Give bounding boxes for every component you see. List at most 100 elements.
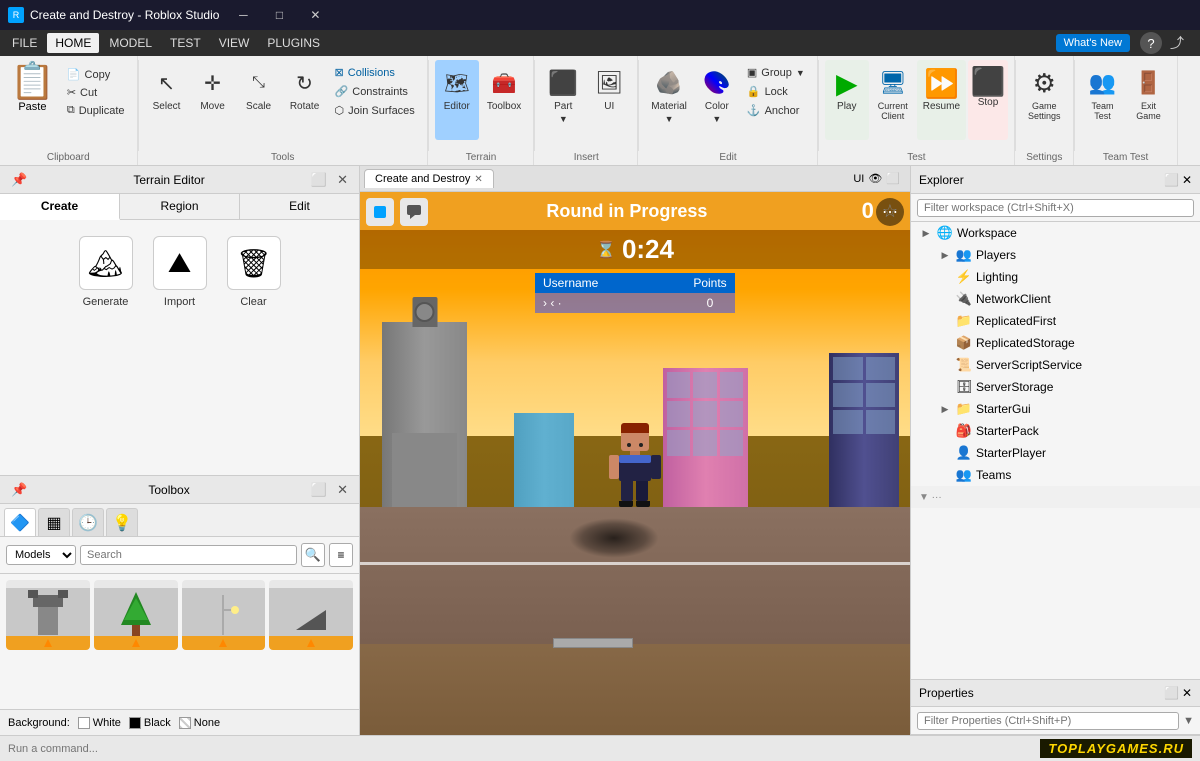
group-button[interactable]: ▣Group▼ bbox=[741, 64, 811, 81]
join-surfaces-button[interactable]: ⬡Join Surfaces bbox=[329, 102, 421, 119]
collisions-button[interactable]: ⊠Collisions bbox=[329, 64, 421, 81]
bg-black-option[interactable]: Black bbox=[129, 717, 171, 729]
viewport-canvas[interactable]: 0 Round in Progress 0 ☆ ⌛ 0:24 Username … bbox=[360, 192, 910, 735]
ui-button[interactable]: 🖼 UI bbox=[587, 60, 631, 140]
toolbox-tab-bar: 🔷 ▦ 🕒 💡 bbox=[0, 504, 359, 537]
tree-item-players[interactable]: ▶ 👥 Players bbox=[911, 244, 1200, 266]
editor-button[interactable]: 🗺 Editor bbox=[435, 60, 479, 140]
toolbox-tab-grid[interactable]: ▦ bbox=[38, 508, 70, 536]
terrain-close-icon[interactable]: ✕ bbox=[334, 171, 351, 189]
terrain-pin-icon[interactable]: 📌 bbox=[8, 171, 30, 189]
tree-item-starterpack[interactable]: 🎒 StarterPack bbox=[911, 420, 1200, 442]
tree-item-serverscriptservice[interactable]: 📜 ServerScriptService bbox=[911, 354, 1200, 376]
toolbox-search-button[interactable]: 🔍 bbox=[301, 543, 325, 567]
terrain-tab-edit[interactable]: Edit bbox=[240, 194, 359, 219]
current-client-button[interactable]: 🖥 CurrentClient bbox=[871, 60, 915, 140]
viewport-tab-close-icon[interactable]: ✕ bbox=[474, 174, 482, 185]
material-button[interactable]: 🪨 Material ▼ bbox=[645, 60, 693, 140]
close-button[interactable]: ✕ bbox=[297, 0, 333, 30]
tree-item-workspace[interactable]: ▶ 🌐 Workspace bbox=[911, 222, 1200, 244]
terrain-editor-title: Terrain Editor bbox=[30, 173, 308, 187]
terrain-generate-item[interactable]: 🏔 Generate bbox=[79, 236, 133, 308]
toolbox-item-lamp[interactable] bbox=[182, 580, 266, 650]
tree-item-networkclient[interactable]: 🔌 NetworkClient bbox=[911, 288, 1200, 310]
toolbox-tab-recent[interactable]: 🕒 bbox=[72, 508, 104, 536]
terrain-tab-create[interactable]: Create bbox=[0, 194, 120, 220]
bg-none-option[interactable]: None bbox=[179, 717, 220, 729]
explorer-maximize-icon[interactable]: ⬜ bbox=[1164, 173, 1179, 187]
game-settings-button[interactable]: ⚙ GameSettings bbox=[1022, 60, 1067, 140]
properties-maximize-icon[interactable]: ⬜ bbox=[1164, 686, 1179, 700]
stop-button[interactable]: ⬛ Stop bbox=[968, 60, 1008, 140]
terrain-import-item[interactable]: ⛰ Import bbox=[153, 236, 207, 308]
toolbox-close-icon[interactable]: ✕ bbox=[334, 481, 351, 499]
properties-filter-input[interactable] bbox=[917, 712, 1179, 730]
terrain-clear-item[interactable]: 🗑 Clear bbox=[227, 236, 281, 308]
roblox-icon-button[interactable] bbox=[366, 198, 394, 226]
move-button[interactable]: ✛ Move bbox=[191, 60, 235, 140]
resume-button[interactable]: ⏩ Resume bbox=[917, 60, 966, 140]
constraints-button[interactable]: 🔗Constraints bbox=[329, 83, 421, 100]
tree-item-starterplayer[interactable]: 👤 StarterPlayer bbox=[911, 442, 1200, 464]
play-button[interactable]: ▶ Play bbox=[825, 60, 869, 140]
explorer-close-icon[interactable]: ✕ bbox=[1182, 173, 1192, 187]
tree-item-replicatedstorage[interactable]: 📦 ReplicatedStorage bbox=[911, 332, 1200, 354]
chat-icon-button[interactable] bbox=[400, 198, 428, 226]
select-button[interactable]: ↖ Select bbox=[145, 60, 189, 140]
bg-white-option[interactable]: White bbox=[78, 717, 121, 729]
scale-button[interactable]: ⤡ Scale bbox=[237, 60, 281, 140]
explorer-filter-input[interactable] bbox=[917, 199, 1194, 217]
menu-plugins[interactable]: PLUGINS bbox=[259, 33, 328, 53]
whats-new-button[interactable]: What's New bbox=[1056, 34, 1130, 52]
team-test-button[interactable]: 👥 TeamTest bbox=[1081, 60, 1125, 140]
more-options-button[interactable]: ⋯ bbox=[876, 198, 904, 226]
run-command-input[interactable] bbox=[8, 739, 1040, 759]
properties-close-icon[interactable]: ✕ bbox=[1182, 686, 1192, 700]
tree-item-startergui[interactable]: ▶ 📁 StarterGui bbox=[911, 398, 1200, 420]
tree-item-replicatedfirst[interactable]: 📁 ReplicatedFirst bbox=[911, 310, 1200, 332]
toolbox-ribbon-button[interactable]: 🧰 Toolbox bbox=[481, 60, 527, 140]
app-icon: R bbox=[8, 7, 24, 23]
menu-test[interactable]: TEST bbox=[162, 33, 209, 53]
toolbox-pin-icon[interactable]: 📌 bbox=[8, 481, 30, 499]
rotate-button[interactable]: ↻ Rotate bbox=[283, 60, 327, 140]
terrain-maximize-icon[interactable]: ⬜ bbox=[308, 171, 330, 189]
terrain-tab-region[interactable]: Region bbox=[120, 194, 240, 219]
tree-item-serverstorage[interactable]: 🗄 ServerStorage bbox=[911, 376, 1200, 398]
toolbox-search-input[interactable] bbox=[80, 545, 297, 565]
ss-label: ServerStorage bbox=[976, 380, 1053, 394]
part-button[interactable]: ⬛ Part ▼ bbox=[541, 60, 585, 140]
menu-model[interactable]: MODEL bbox=[101, 33, 160, 53]
prop-filter-dropdown-icon[interactable]: ▼ bbox=[1183, 715, 1194, 727]
sp-icon: 🎒 bbox=[955, 422, 973, 440]
bg-white-swatch bbox=[78, 717, 90, 729]
duplicate-button[interactable]: ⧉Duplicate bbox=[61, 102, 131, 119]
toolbox-item-ramp[interactable] bbox=[269, 580, 353, 650]
cut-button[interactable]: ✂Cut bbox=[61, 84, 131, 101]
anchor-button[interactable]: ⚓Anchor bbox=[741, 102, 811, 119]
share-button[interactable]: ⤴ bbox=[1166, 32, 1188, 54]
toolbox-item-tree[interactable] bbox=[94, 580, 178, 650]
exit-game-button[interactable]: 🚪 ExitGame bbox=[1127, 60, 1171, 140]
toolbox-tab-bulb[interactable]: 💡 bbox=[106, 508, 138, 536]
maximize-button[interactable]: □ bbox=[261, 0, 297, 30]
copy-button[interactable]: 📄Copy bbox=[61, 66, 131, 83]
toolbox-filter-button[interactable]: ≡ bbox=[329, 543, 353, 567]
toolbox-category-select[interactable]: Models bbox=[6, 545, 76, 565]
menu-file[interactable]: FILE bbox=[4, 33, 45, 53]
tree-item-lighting[interactable]: ⚡ Lighting bbox=[911, 266, 1200, 288]
toolbox-item-tower[interactable] bbox=[6, 580, 90, 650]
minimize-button[interactable]: ─ bbox=[225, 0, 261, 30]
toolbox-item-lamp-image bbox=[182, 588, 266, 643]
menu-home[interactable]: HOME bbox=[47, 33, 99, 53]
menu-view[interactable]: VIEW bbox=[211, 33, 258, 53]
viewport-tab-create-destroy[interactable]: Create and Destroy ✕ bbox=[364, 169, 494, 188]
toolbox-maximize-icon[interactable]: ⬜ bbox=[308, 481, 330, 499]
lock-button[interactable]: 🔒Lock bbox=[741, 83, 811, 100]
paste-button[interactable]: 📋 Paste bbox=[6, 60, 59, 116]
toolbox-tab-models[interactable]: 🔷 bbox=[4, 508, 36, 536]
color-button[interactable]: 🎨 Color ▼ bbox=[695, 60, 739, 140]
tree-item-teams[interactable]: 👥 Teams bbox=[911, 464, 1200, 486]
help-button[interactable]: ? bbox=[1140, 32, 1162, 54]
ui-toggle-button[interactable]: UI 👁 ⬜ bbox=[847, 170, 906, 187]
